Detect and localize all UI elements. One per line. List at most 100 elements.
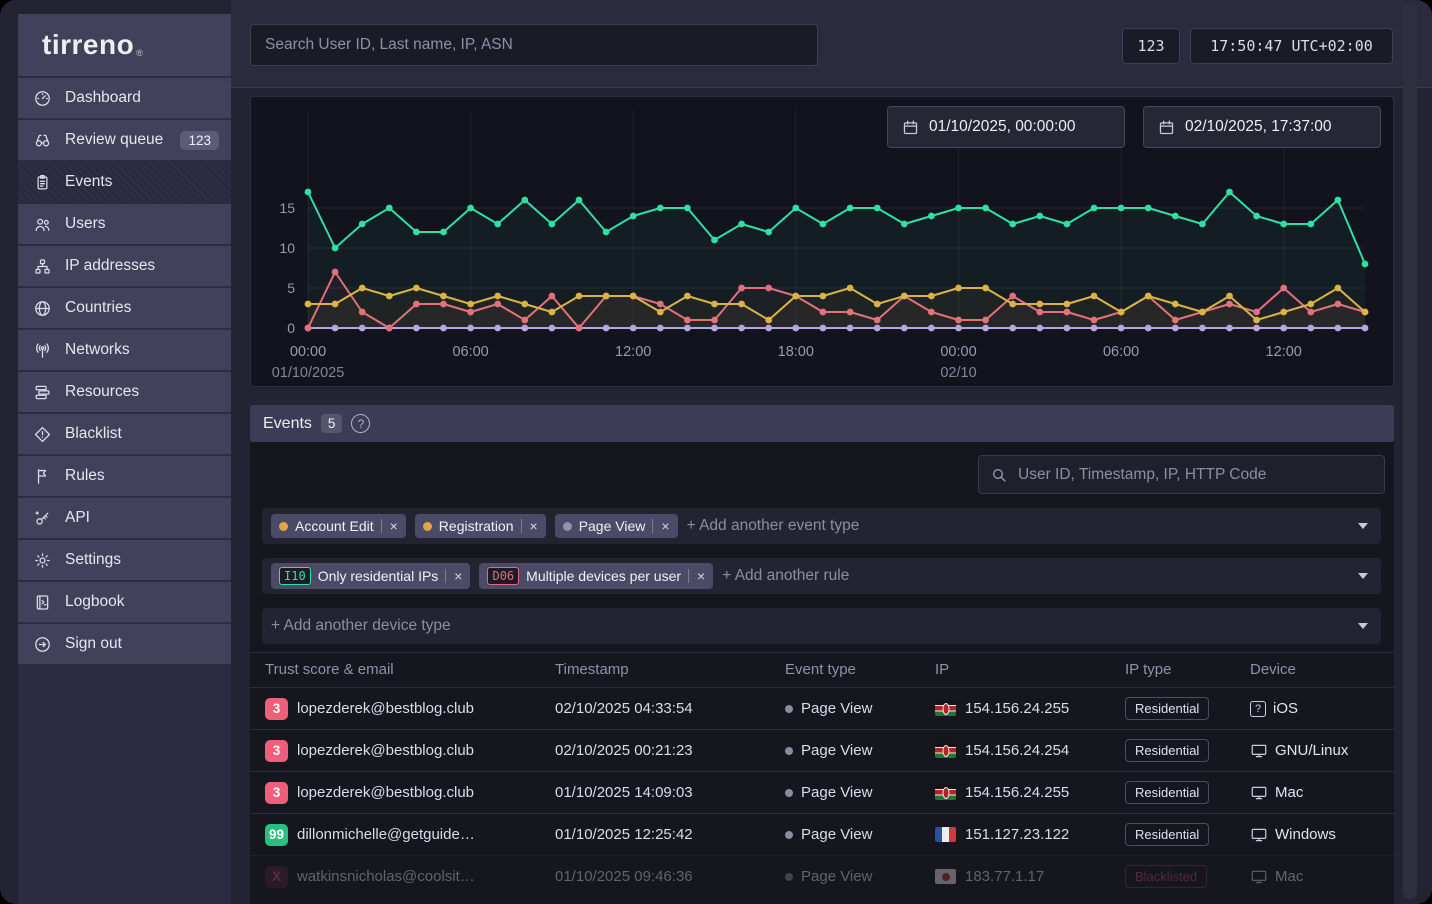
ip-address: 154.156.24.254 [965, 742, 1069, 759]
trust-score-email-cell: 99 dillonmichelle@getguide… [265, 824, 555, 846]
ip-cell: 183.77.1.17 [935, 868, 1125, 885]
sidebar: tirreno ® Dashboard Review queue 123 Eve… [18, 14, 231, 904]
user-email: watkinsnicholas@coolsit… [297, 868, 475, 885]
events-table-body: 3 lopezderek@bestblog.club 02/10/2025 04… [250, 687, 1394, 897]
sidebar-item-blacklist[interactable]: Blacklist [18, 414, 231, 454]
sidebar-item-sign-out[interactable]: Sign out [18, 624, 231, 664]
ip-address: 154.156.24.255 [965, 784, 1069, 801]
topbar: 123 17:50:47 UTC+02:00 [231, 0, 1432, 88]
event-type-chip-registration[interactable]: Registration × [415, 514, 546, 538]
device-name: Mac [1275, 868, 1303, 885]
rule-code-badge: D06 [487, 567, 519, 585]
ip-cell: 154.156.24.255 [935, 784, 1125, 801]
sidebar-item-api[interactable]: API [18, 498, 231, 538]
sidebar-item-countries[interactable]: Countries [18, 288, 231, 328]
review-queue-counter[interactable]: 123 [1122, 28, 1180, 64]
svg-text:00:00: 00:00 [290, 344, 326, 360]
event-type-chip-page-view[interactable]: Page View × [555, 514, 678, 538]
ip-address: 154.156.24.255 [965, 700, 1069, 717]
calendar-icon [1158, 119, 1175, 136]
scrollbar[interactable] [1403, 5, 1417, 899]
antenna-icon [33, 341, 52, 360]
column-header-ip[interactable]: IP [935, 661, 1125, 678]
add-event-type-label[interactable]: + Add another event type [687, 517, 860, 535]
help-icon[interactable]: ? [351, 414, 370, 433]
chip-label: Page View [579, 518, 646, 534]
rule-filter-dropdown[interactable]: I10 Only residential IPs × D06 Multiple … [262, 558, 1381, 594]
device-cell: Mac [1250, 784, 1394, 802]
ip-type-cell: Residential [1125, 781, 1250, 804]
remove-chip-icon[interactable]: × [652, 519, 669, 533]
table-row[interactable]: 3 lopezderek@bestblog.club 02/10/2025 04… [250, 687, 1394, 729]
table-row[interactable]: 99 dillonmichelle@getguide… 01/10/2025 1… [250, 813, 1394, 855]
date-range-end-input[interactable]: 02/10/2025, 17:37:00 [1143, 106, 1381, 148]
event-type-dot [279, 522, 288, 531]
events-search-input[interactable] [1016, 465, 1372, 485]
sidebar-item-label: Blacklist [65, 425, 219, 443]
globe-icon [33, 299, 52, 318]
svg-text:12:00: 12:00 [1266, 344, 1302, 360]
table-row[interactable]: 3 lopezderek@bestblog.club 01/10/2025 14… [250, 771, 1394, 813]
remove-chip-icon[interactable]: × [381, 519, 398, 533]
event-type-filter-dropdown[interactable]: Account Edit × Registration × Page View … [262, 508, 1381, 544]
add-rule-label[interactable]: + Add another rule [722, 567, 849, 585]
blacklist-icon [33, 425, 52, 444]
trust-score-badge: 3 [265, 740, 288, 762]
chevron-down-icon[interactable] [1358, 573, 1368, 579]
svg-text:01/10/2025: 01/10/2025 [272, 365, 345, 381]
trust-score-email-cell: 3 lopezderek@bestblog.club [265, 698, 555, 720]
timestamp-cell: 01/10/2025 14:09:03 [555, 784, 785, 801]
ip-type-cell: Blacklisted [1125, 865, 1250, 888]
column-header-ip-type[interactable]: IP type [1125, 661, 1250, 678]
sidebar-item-ip-addresses[interactable]: IP addresses [18, 246, 231, 286]
event-type-cell: Page View [785, 700, 935, 717]
device-type-filter-dropdown[interactable]: + Add another device type [262, 608, 1381, 644]
sidebar-item-label: Logbook [65, 593, 219, 611]
rule-chip-i10[interactable]: I10 Only residential IPs × [271, 563, 470, 589]
sidebar-item-rules[interactable]: Rules [18, 456, 231, 496]
column-header-trust-score-email[interactable]: Trust score & email [265, 661, 555, 678]
column-header-device[interactable]: Device [1250, 661, 1394, 678]
svg-text:0: 0 [287, 320, 295, 336]
sidebar-item-label: Sign out [65, 635, 219, 653]
event-type-dot [785, 789, 793, 797]
sidebar-item-events[interactable]: Events [18, 162, 231, 202]
column-header-timestamp[interactable]: Timestamp [555, 661, 785, 678]
remove-chip-icon[interactable]: × [521, 519, 538, 533]
chevron-down-icon[interactable] [1358, 523, 1368, 529]
global-search-input[interactable] [250, 24, 818, 66]
chip-label: Multiple devices per user [526, 568, 681, 584]
svg-text:06:00: 06:00 [452, 344, 488, 360]
event-type-cell: Page View [785, 826, 935, 843]
sidebar-item-resources[interactable]: Resources [18, 372, 231, 412]
add-device-type-label[interactable]: + Add another device type [271, 617, 451, 635]
sidebar-item-dashboard[interactable]: Dashboard [18, 78, 231, 118]
app-logo[interactable]: tirreno ® [18, 14, 231, 76]
date-range-start-input[interactable]: 01/10/2025, 00:00:00 [887, 106, 1125, 148]
remove-chip-icon[interactable]: × [688, 569, 705, 583]
rule-chip-d06[interactable]: D06 Multiple devices per user × [479, 563, 713, 589]
column-header-event-type[interactable]: Event type [785, 661, 935, 678]
sidebar-item-users[interactable]: Users [18, 204, 231, 244]
sidebar-item-networks[interactable]: Networks [18, 330, 231, 370]
table-row[interactable]: X watkinsnicholas@coolsit… 01/10/2025 09… [250, 855, 1394, 897]
chevron-down-icon[interactable] [1358, 623, 1368, 629]
sidebar-item-settings[interactable]: Settings [18, 540, 231, 580]
dashboard-icon [33, 89, 52, 108]
table-row[interactable]: 3 lopezderek@bestblog.club 02/10/2025 00… [250, 729, 1394, 771]
sidebar-item-logbook[interactable]: Logbook [18, 582, 231, 622]
chip-label: Registration [439, 518, 514, 534]
device-name: Windows [1275, 826, 1336, 843]
sidebar-item-review-queue[interactable]: Review queue 123 [18, 120, 231, 160]
chip-label: Only residential IPs [318, 568, 439, 584]
ip-cell: 154.156.24.255 [935, 700, 1125, 717]
user-email: lopezderek@bestblog.club [297, 784, 474, 801]
event-type-cell: Page View [785, 868, 935, 885]
sidebar-item-label: Countries [65, 299, 219, 317]
event-type-chip-account-edit[interactable]: Account Edit × [271, 514, 406, 538]
chart-panel: 01/10/2025, 00:00:00 02/10/2025, 17:37:0… [250, 96, 1394, 387]
clock: 17:50:47 UTC+02:00 [1190, 28, 1393, 64]
event-type-cell: Page View [785, 784, 935, 801]
remove-chip-icon[interactable]: × [445, 569, 462, 583]
event-type-cell: Page View [785, 742, 935, 759]
